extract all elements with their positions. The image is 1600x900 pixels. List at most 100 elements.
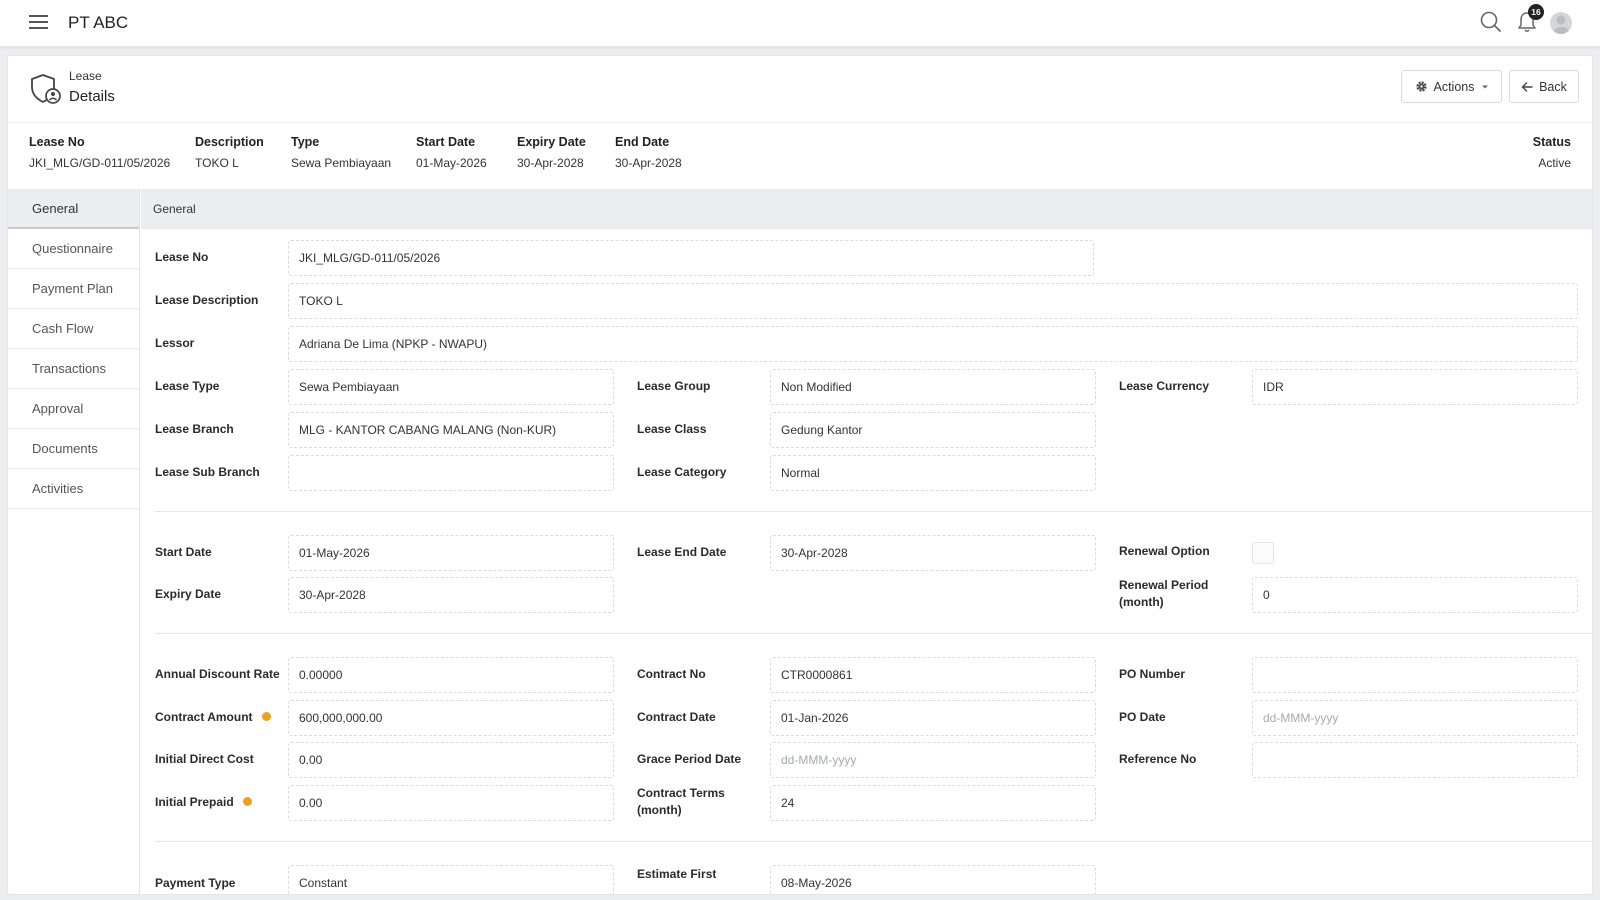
start-date-label: Start Date: [155, 545, 212, 559]
renewal-option-label: Renewal Option: [1119, 544, 1210, 558]
grace-period-date-field[interactable]: dd-MMM-yyyy: [770, 742, 1096, 778]
summary-end-date: End Date 30-Apr-2028: [615, 135, 682, 170]
info-icon[interactable]: [242, 797, 252, 807]
contract-terms-label: Contract Terms (month): [637, 786, 725, 817]
general-form: Lease No JKI_MLG/GD-011/05/2026 Lease De…: [141, 229, 1592, 894]
tab-transactions[interactable]: Transactions: [8, 349, 139, 389]
annual-discount-rate-label: Annual Discount Rate: [155, 667, 280, 681]
initial-direct-cost-label: Initial Direct Cost: [155, 752, 254, 766]
renewal-option-checkbox[interactable]: [1252, 542, 1274, 564]
lease-no-field[interactable]: JKI_MLG/GD-011/05/2026: [288, 240, 1094, 276]
po-date-field[interactable]: dd-MMM-yyyy: [1252, 700, 1578, 736]
lease-description-label: Lease Description: [155, 293, 259, 307]
estimate-first-field[interactable]: 08-May-2026: [770, 865, 1096, 894]
renewal-period-label: Renewal Period (month): [1119, 578, 1209, 609]
tab-payment-plan[interactable]: Payment Plan: [8, 269, 139, 309]
summary-status: Status Active: [1532, 135, 1571, 170]
lease-group-label: Lease Group: [637, 379, 711, 393]
actions-button[interactable]: Actions: [1401, 70, 1502, 103]
tab-approval[interactable]: Approval: [8, 389, 139, 429]
actions-label: Actions: [1433, 79, 1475, 94]
lessor-field[interactable]: Adriana De Lima (NPKP - NWAPU): [288, 326, 1578, 362]
page-header: Lease Details Actions Back: [8, 56, 1592, 123]
lease-category-label: Lease Category: [637, 465, 727, 479]
side-nav: General Questionnaire Payment Plan Cash …: [8, 189, 140, 894]
search-icon[interactable]: [1480, 11, 1502, 33]
lease-sub-branch-field[interactable]: [288, 455, 614, 491]
tab-documents[interactable]: Documents: [8, 429, 139, 469]
initial-prepaid-label: Initial Prepaid: [155, 794, 252, 811]
contract-amount-label: Contract Amount: [155, 709, 271, 726]
contract-date-field[interactable]: 01-Jan-2026: [770, 700, 1096, 736]
contract-no-field[interactable]: CTR0000861: [770, 657, 1096, 693]
lessor-label: Lessor: [155, 336, 195, 350]
lease-end-date-label: Lease End Date: [637, 545, 727, 559]
lease-end-date-field[interactable]: 30-Apr-2028: [770, 535, 1096, 571]
contract-date-label: Contract Date: [637, 710, 716, 724]
lease-sub-branch-label: Lease Sub Branch: [155, 465, 260, 479]
expiry-date-label: Expiry Date: [155, 587, 222, 601]
summary-description: Description TOKO L: [195, 135, 264, 170]
notification-badge: 16: [1528, 4, 1544, 20]
payment-type-field[interactable]: Constant: [288, 865, 614, 894]
start-date-field[interactable]: 01-May-2026: [288, 535, 614, 571]
app-title: PT ABC: [68, 13, 129, 32]
lease-category-field[interactable]: Normal: [770, 455, 1096, 491]
reference-no-label: Reference No: [1119, 752, 1197, 766]
lease-details-card: Lease Details Actions Back Lease No JKI_…: [7, 55, 1593, 895]
renewal-period-field[interactable]: 0: [1252, 577, 1578, 613]
reference-no-field[interactable]: [1252, 742, 1578, 778]
section-header: General: [141, 189, 1592, 229]
lease-type-field[interactable]: Sewa Pembiayaan: [288, 369, 614, 405]
back-button[interactable]: Back: [1509, 70, 1579, 103]
lease-branch-label: Lease Branch: [155, 422, 234, 436]
chevron-down-icon: [1481, 85, 1488, 88]
lease-no-label: Lease No: [155, 250, 209, 264]
annual-discount-rate-field[interactable]: 0.00000: [288, 657, 614, 693]
lease-summary: Lease No JKI_MLG/GD-011/05/2026 Descript…: [8, 123, 1592, 189]
contract-amount-field[interactable]: 600,000,000.00: [288, 700, 614, 736]
expiry-date-field[interactable]: 30-Apr-2028: [288, 577, 614, 613]
lease-currency-field[interactable]: IDR: [1252, 369, 1578, 405]
tab-questionnaire[interactable]: Questionnaire: [8, 229, 139, 269]
lease-class-label: Lease Class: [637, 422, 707, 436]
section-title: General: [153, 202, 196, 216]
po-date-label: PO Date: [1119, 710, 1166, 724]
info-icon[interactable]: [261, 712, 271, 722]
contract-terms-field[interactable]: 24: [770, 785, 1096, 821]
top-bar: PT ABC 16: [0, 0, 1600, 47]
lease-type-label: Lease Type: [155, 379, 220, 393]
initial-direct-cost-field[interactable]: 0.00: [288, 742, 614, 778]
lease-description-field[interactable]: TOKO L: [288, 283, 1578, 319]
tab-cash-flow[interactable]: Cash Flow: [8, 309, 139, 349]
menu-icon[interactable]: [29, 15, 48, 29]
page-title: Details: [69, 88, 115, 105]
initial-prepaid-field[interactable]: 0.00: [288, 785, 614, 821]
divider: [155, 841, 1592, 842]
lease-class-field[interactable]: Gedung Kantor: [770, 412, 1096, 448]
divider: [155, 633, 1592, 634]
tab-general[interactable]: General: [8, 189, 139, 229]
arrow-left-icon: [1521, 81, 1533, 92]
lease-group-field[interactable]: Non Modified: [770, 369, 1096, 405]
estimate-first-label: Estimate First: [637, 867, 717, 881]
gear-icon: [1415, 81, 1427, 92]
back-label: Back: [1539, 79, 1567, 94]
payment-type-label: Payment Type: [155, 876, 236, 890]
status-badge: Active: [1538, 156, 1571, 170]
summary-lease-no: Lease No JKI_MLG/GD-011/05/2026: [29, 135, 171, 170]
grace-period-date-label: Grace Period Date: [637, 752, 742, 766]
lease-currency-label: Lease Currency: [1119, 379, 1210, 393]
page-subtitle: Lease: [69, 69, 102, 83]
po-number-label: PO Number: [1119, 667, 1186, 681]
summary-type: Type Sewa Pembiayaan: [291, 135, 392, 170]
shield-user-icon: [31, 74, 61, 104]
divider: [155, 511, 1592, 512]
tab-activities[interactable]: Activities: [8, 469, 139, 509]
contract-no-label: Contract No: [637, 667, 706, 681]
lease-branch-field[interactable]: MLG - KANTOR CABANG MALANG (Non-KUR): [288, 412, 614, 448]
avatar[interactable]: [1550, 12, 1572, 34]
summary-expiry-date: Expiry Date 30-Apr-2028: [517, 135, 586, 170]
user-icon: [1553, 15, 1569, 34]
po-number-field[interactable]: [1252, 657, 1578, 693]
